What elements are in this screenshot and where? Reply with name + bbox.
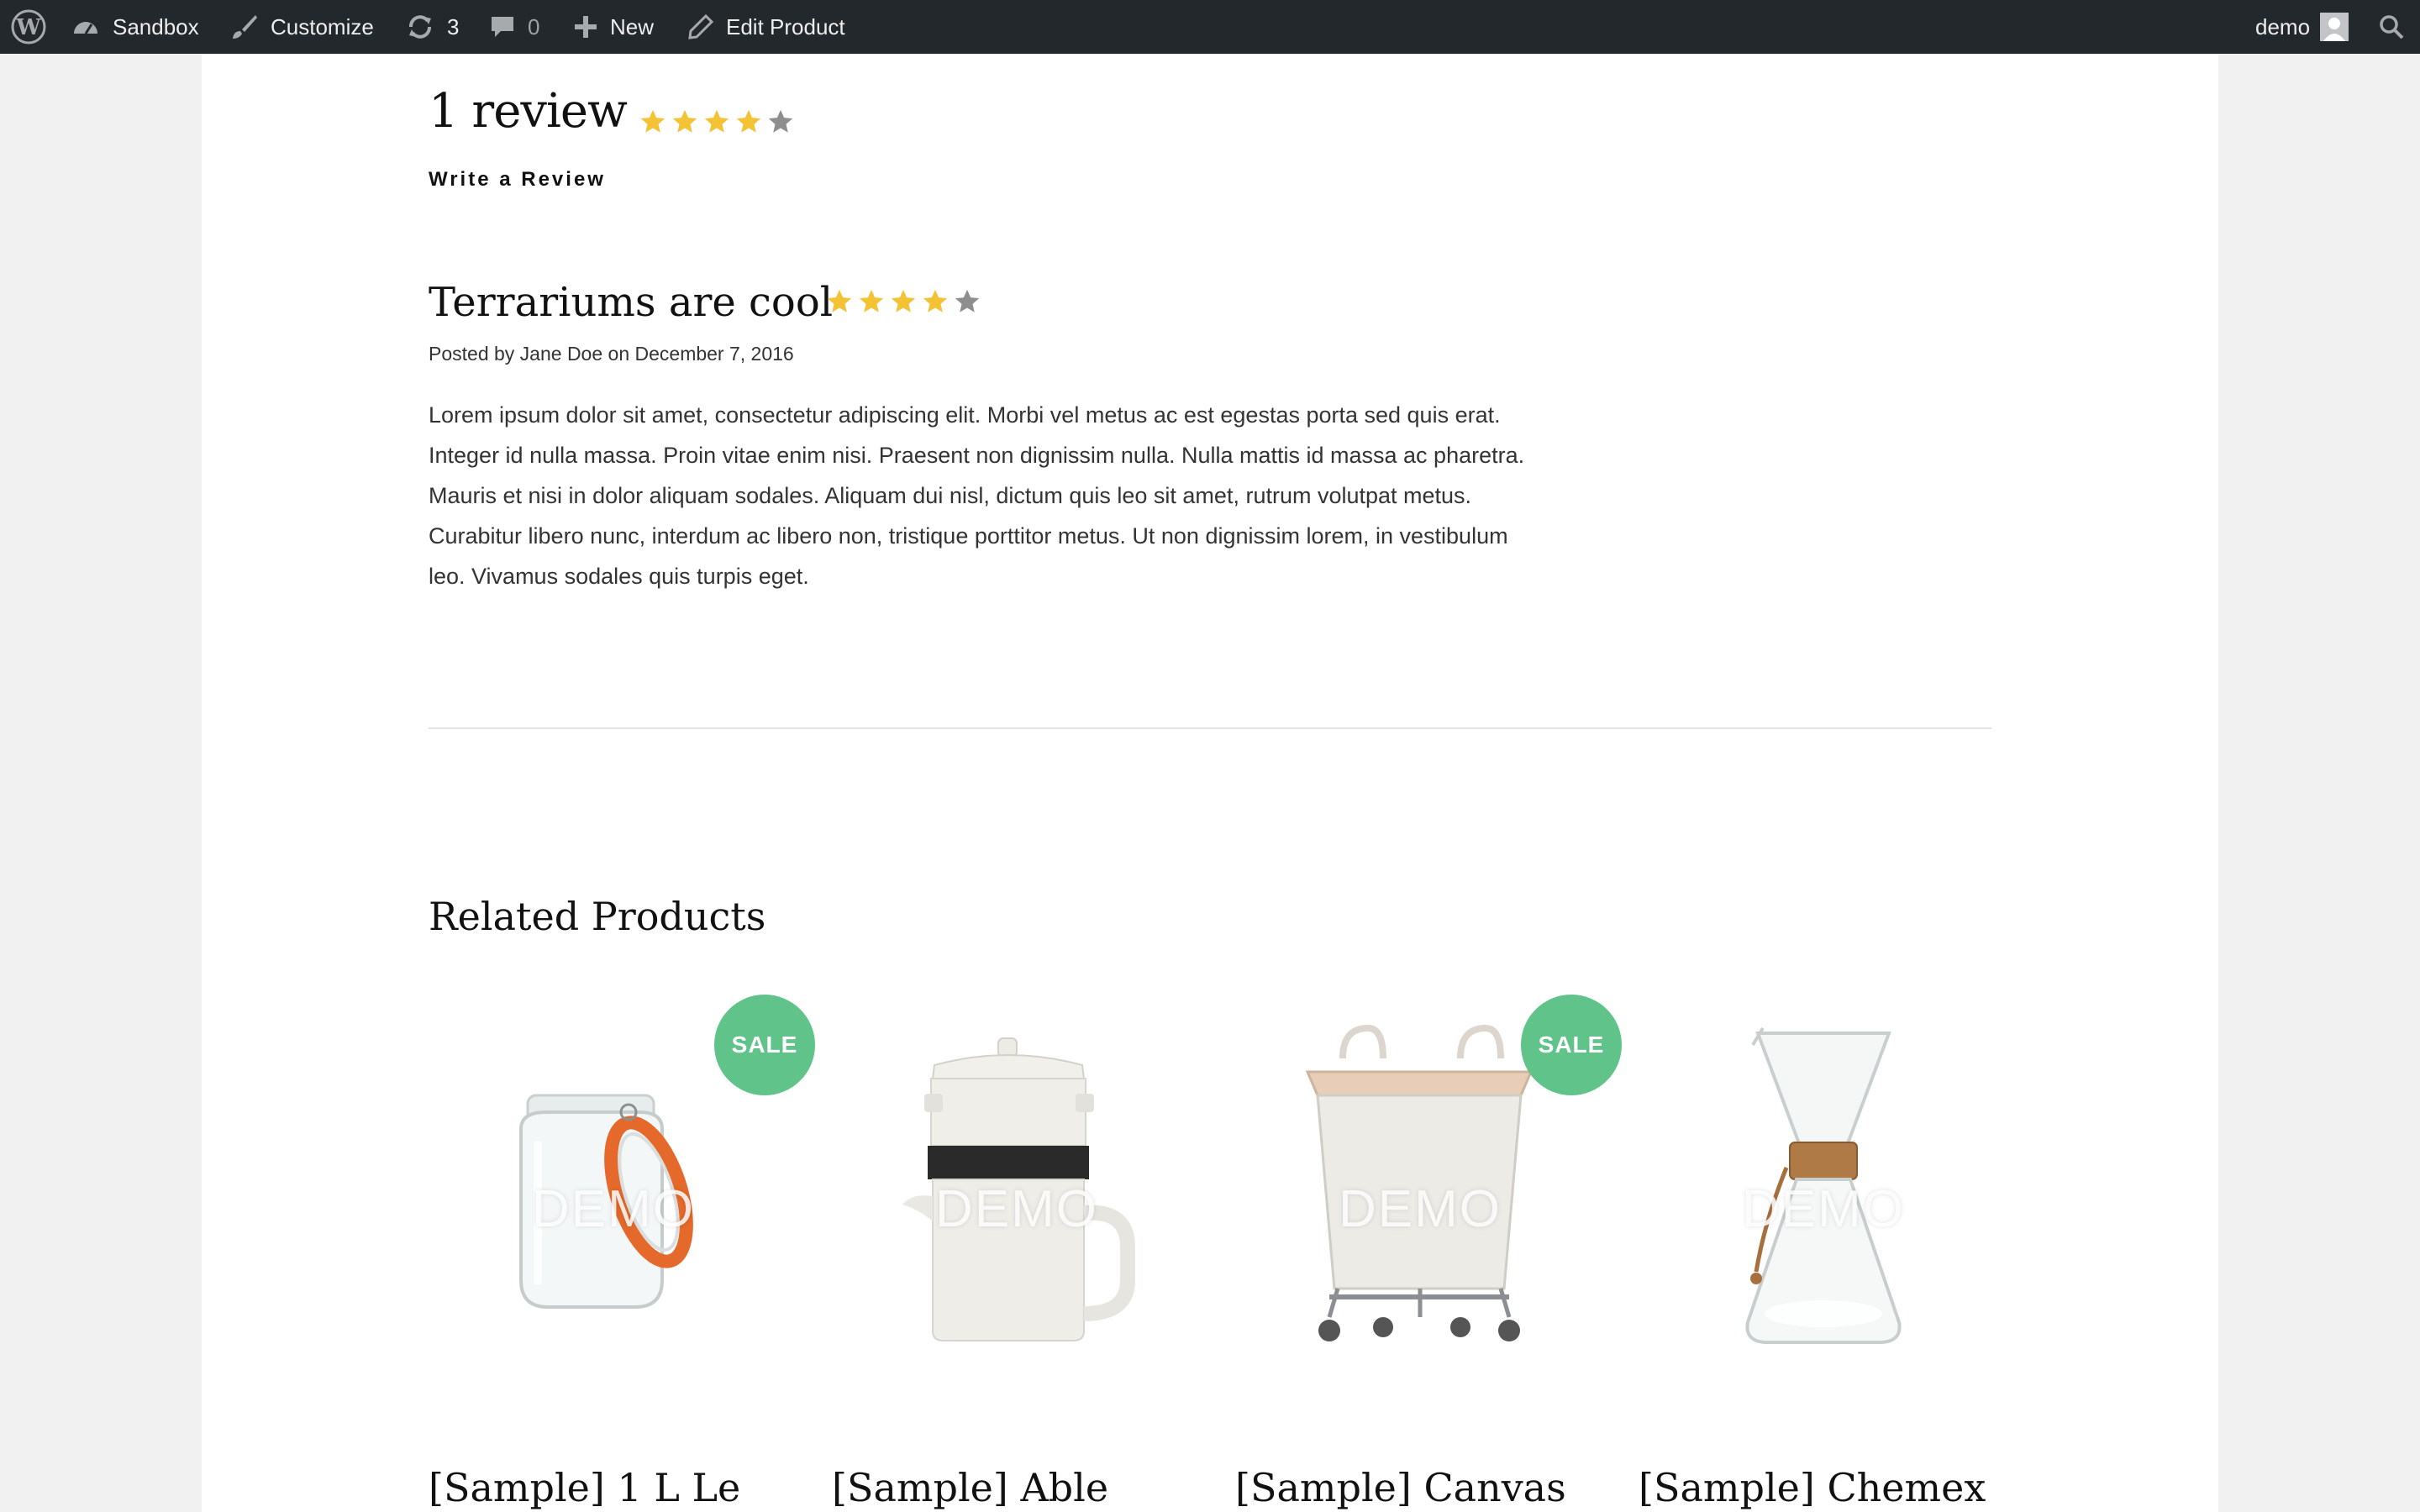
comments-count: 0 <box>528 13 540 39</box>
site-name-menu[interactable]: Sandbox <box>71 0 199 54</box>
search-icon[interactable] <box>2378 0 2405 54</box>
product-name[interactable]: [Sample] Canvas <box>1235 1465 1566 1510</box>
star-icon <box>640 109 666 133</box>
admin-bar: W Sandbox Customize 3 0 New Edit Product… <box>0 0 2420 54</box>
section-divider <box>429 727 1991 729</box>
review-title: Terrariums are cool <box>429 279 834 326</box>
updates-menu[interactable]: 3 <box>405 0 459 54</box>
average-rating-stars <box>639 108 795 136</box>
pencil-icon <box>688 13 714 39</box>
star-icon <box>891 289 916 312</box>
demo-watermark: DEMO <box>935 1180 1098 1238</box>
demo-watermark: DEMO <box>1339 1180 1502 1238</box>
product-page: 1 review Write a Review Terrariums are c… <box>202 54 2218 1512</box>
avatar <box>2320 13 2349 41</box>
site-name: Sandbox <box>113 13 199 39</box>
review-meta: Posted by Jane Doe on December 7, 2016 <box>429 343 794 365</box>
reviews-heading: 1 review <box>429 84 628 139</box>
product-card[interactable]: DEMO SALE <box>1235 995 1622 1465</box>
edit-product-label: Edit Product <box>726 13 845 39</box>
demo-watermark: DEMO <box>1742 1180 1905 1238</box>
paintbrush-icon <box>233 15 257 39</box>
star-icon <box>923 289 948 312</box>
related-products-heading: Related Products <box>429 894 766 939</box>
new-content-menu[interactable]: New <box>573 0 654 54</box>
demo-watermark: DEMO <box>532 1180 695 1238</box>
customize-label: Customize <box>271 13 374 39</box>
dashboard-icon <box>74 22 97 34</box>
star-icon <box>672 109 697 133</box>
product-name[interactable]: [Sample] Able <box>832 1465 1108 1510</box>
star-icon <box>859 289 884 312</box>
product-image-chemex-carafe[interactable]: DEMO <box>1639 995 2008 1364</box>
product-name[interactable]: [Sample] Chemex <box>1639 1465 1986 1510</box>
svg-text:W: W <box>15 15 41 40</box>
user-account-menu[interactable]: demo <box>2255 0 2349 54</box>
plus-icon <box>575 16 597 38</box>
star-icon <box>736 109 761 133</box>
star-icon <box>768 109 793 133</box>
product-card[interactable]: DEMO SALE <box>429 995 815 1465</box>
updates-icon <box>409 15 431 39</box>
sale-badge: SALE <box>714 995 815 1095</box>
review-body: Lorem ipsum dolor sit amet, consectetur … <box>429 402 1525 589</box>
product-card[interactable]: DEMO <box>832 995 1202 1465</box>
edit-product-link[interactable]: Edit Product <box>687 0 845 54</box>
updates-count: 3 <box>447 13 460 39</box>
star-icon <box>827 289 852 312</box>
write-review-link[interactable]: Write a Review <box>429 168 606 192</box>
star-icon <box>955 289 980 312</box>
wordpress-logo-icon[interactable]: W <box>10 0 47 54</box>
sale-badge: SALE <box>1521 995 1622 1095</box>
new-label: New <box>610 13 655 39</box>
product-card[interactable]: DEMO <box>1639 995 2008 1465</box>
comments-menu[interactable]: 0 <box>489 0 539 54</box>
user-name: demo <box>2255 13 2311 39</box>
product-image-ceramic-pour-over[interactable]: DEMO <box>832 995 1202 1364</box>
star-icon <box>704 109 729 133</box>
customize-menu[interactable]: Customize <box>230 0 374 54</box>
review-rating-stars <box>825 287 981 316</box>
comment-bubble-icon <box>492 17 513 37</box>
product-name[interactable]: [Sample] 1 L Le <box>429 1465 740 1510</box>
